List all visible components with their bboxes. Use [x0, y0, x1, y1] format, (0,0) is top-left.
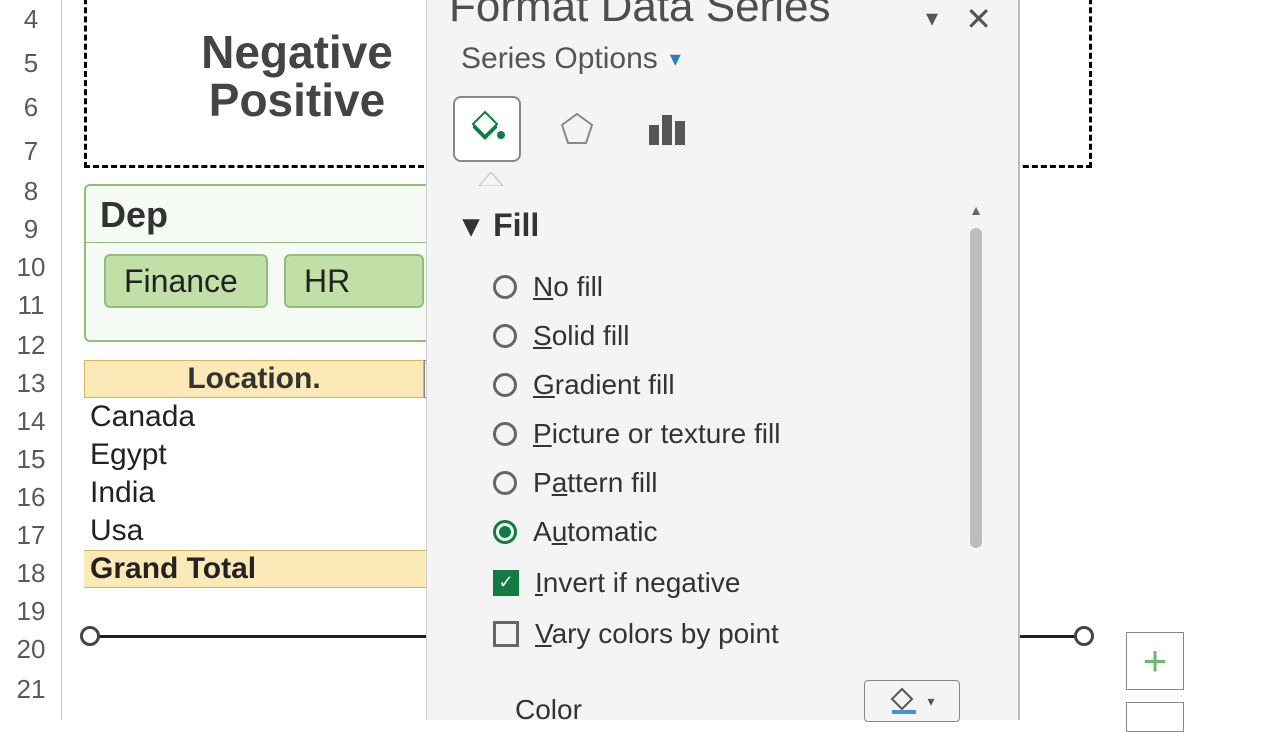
pivot-row[interactable]: India [90, 474, 452, 512]
checkbox-icon [493, 621, 519, 647]
series-options-dropdown[interactable]: Series Options ▾ [461, 42, 681, 76]
chart-resize-handle[interactable] [80, 626, 100, 646]
option-label: Automatic [533, 516, 658, 548]
slicer-item-hr[interactable]: HR [284, 254, 424, 308]
row-number[interactable]: 7 [0, 136, 62, 167]
fill-option[interactable]: Picture or texture fill [493, 409, 973, 458]
fill-section-header[interactable]: ▾ Fill [463, 206, 539, 244]
row-number[interactable]: 6 [0, 92, 62, 123]
slicer-title: Dep [100, 194, 168, 236]
row-number[interactable]: 17 [0, 520, 62, 551]
color-picker-button[interactable]: ▾ [864, 680, 960, 722]
pivot-row[interactable]: Canada [90, 398, 452, 436]
paint-bucket-icon [889, 686, 919, 716]
legend-line2: Positive [197, 76, 397, 124]
row-number[interactable]: 15 [0, 444, 62, 475]
pentagon-icon [557, 109, 597, 149]
chevron-down-icon: ▾ [927, 693, 934, 710]
fill-section-label: Fill [493, 207, 539, 244]
close-icon[interactable]: ✕ [965, 0, 992, 38]
option-label: Solid fill [533, 320, 630, 352]
chart-resize-handle[interactable] [1074, 626, 1094, 646]
pivot-header[interactable]: Location. [84, 360, 424, 398]
option-label: Vary colors by point [535, 618, 779, 650]
pane-collapse-icon[interactable]: ▾ [926, 4, 938, 33]
option-label: Invert if negative [535, 567, 740, 599]
row-number[interactable]: 9 [0, 214, 62, 245]
checkbox-icon: ✓ [493, 570, 519, 596]
fill-options-list: No fill Solid fill Gradient fill Picture or… [493, 262, 973, 658]
fill-option[interactable]: Pattern fill [493, 458, 973, 507]
row-number[interactable]: 11 [0, 290, 62, 321]
chart-filter-button[interactable] [1126, 702, 1184, 732]
radio-icon [493, 324, 517, 348]
slicer-item-finance[interactable]: Finance [104, 254, 268, 308]
format-data-series-pane: Format Data Series ▾ ✕ Series Options ▾ [426, 0, 1020, 720]
slicer-separator [86, 242, 484, 243]
fill-option[interactable]: Solid fill [493, 311, 973, 360]
color-label: Color [515, 694, 582, 726]
tab-fill-line[interactable] [453, 96, 521, 162]
row-number-gutter: 4 5 6 7 8 9 10 11 12 13 14 15 16 17 18 19 20 21 [0, 0, 62, 720]
option-label: Pattern fill [533, 467, 658, 499]
pivot-row[interactable]: Usa [90, 512, 452, 550]
option-label: Gradient fill [533, 369, 675, 401]
pane-title: Format Data Series [449, 0, 830, 32]
legend-text: Negative Positive [197, 28, 397, 125]
tab-series-options[interactable] [633, 96, 701, 162]
checkbox-option[interactable]: ✓ Invert if negative [493, 558, 973, 607]
series-options-label: Series Options [461, 42, 658, 76]
paint-bucket-icon [467, 109, 507, 149]
tab-effects[interactable] [543, 96, 611, 162]
bar-chart-icon [645, 109, 689, 149]
row-number[interactable]: 16 [0, 482, 62, 513]
chart-add-button[interactable]: + [1126, 632, 1184, 690]
worksheet-area: Negative Positive Dep Finance HR Locatio… [62, 0, 1280, 720]
chevron-down-icon: ▾ [670, 46, 681, 72]
checkbox-option[interactable]: Vary colors by point [493, 609, 973, 658]
row-number[interactable]: 12 [0, 330, 62, 361]
radio-icon [493, 373, 517, 397]
radio-icon [493, 275, 517, 299]
radio-icon [493, 520, 517, 544]
row-number[interactable]: 14 [0, 406, 62, 437]
option-label: Picture or texture fill [533, 418, 780, 450]
tab-pointer-icon [479, 172, 503, 186]
radio-icon [493, 422, 517, 446]
pane-scrollbar[interactable]: ▲ [966, 200, 986, 680]
scroll-thumb[interactable] [970, 228, 982, 548]
row-number[interactable]: 20 [0, 634, 62, 665]
row-number[interactable]: 10 [0, 252, 62, 283]
fill-option[interactable]: No fill [493, 262, 973, 311]
row-number[interactable]: 18 [0, 558, 62, 589]
row-number[interactable]: 21 [0, 674, 62, 705]
row-number[interactable]: 5 [0, 48, 62, 79]
option-label: No fill [533, 271, 603, 303]
fill-option[interactable]: Gradient fill [493, 360, 973, 409]
pivot-row[interactable]: Egypt [90, 436, 452, 474]
radio-icon [493, 471, 517, 495]
row-number[interactable]: 19 [0, 596, 62, 627]
chevron-down-icon: ▾ [463, 206, 479, 244]
row-number[interactable]: 13 [0, 368, 62, 399]
row-number[interactable]: 8 [0, 176, 62, 207]
legend-line1: Negative [197, 28, 397, 76]
scroll-up-icon[interactable]: ▲ [966, 200, 986, 220]
pane-tabs [453, 96, 701, 162]
fill-option[interactable]: Automatic [493, 507, 973, 556]
row-number[interactable]: 4 [0, 4, 62, 35]
